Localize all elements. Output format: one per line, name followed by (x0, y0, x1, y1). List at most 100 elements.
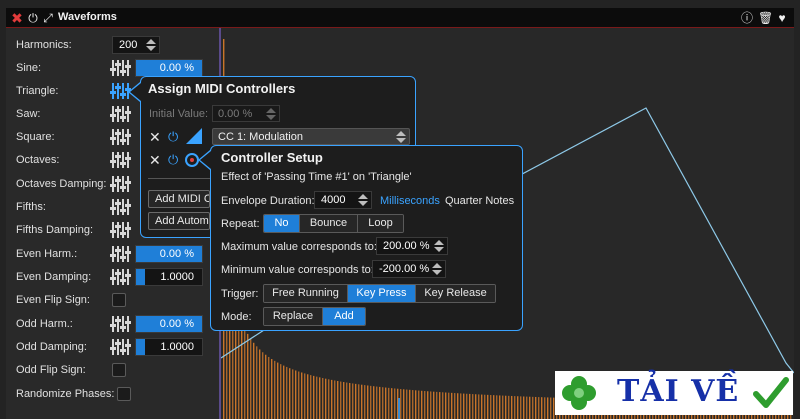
expand-icon[interactable]: ⤢ (41, 11, 55, 25)
min-value-stepper-icon[interactable] (432, 263, 442, 275)
spectrum-bar (406, 389, 408, 419)
spectrum-bar (538, 397, 540, 419)
spectrum-bar (343, 382, 345, 419)
add-midi-controller-button[interactable]: Add MIDI C (148, 190, 210, 208)
spectrum-bar (328, 379, 330, 419)
spectrum-bar (499, 395, 501, 419)
remove-cc-icon[interactable]: ✕ (149, 130, 161, 144)
spectrum-bar (460, 393, 462, 419)
spectrum-bar (403, 389, 405, 419)
harmonics-label: Harmonics: (16, 39, 72, 51)
spectrum-bar (319, 377, 321, 419)
spectrum-bar (271, 359, 273, 419)
info-icon[interactable]: ⓘ (740, 11, 754, 25)
fifths-damping-modulation-icon[interactable] (110, 222, 131, 238)
spectrum-bar (493, 395, 495, 419)
spectrum-bar (487, 394, 489, 419)
square-label: Square: (16, 131, 55, 143)
cc-select[interactable]: CC 1: Modulation (212, 128, 410, 145)
heart-icon[interactable]: ♥ (775, 11, 789, 25)
repeat-no-button[interactable]: No (264, 215, 300, 232)
spectrum-bar (505, 395, 507, 419)
spectrum-bar (310, 375, 312, 419)
max-value-input[interactable]: 200.00 % (376, 237, 448, 255)
randomize-checkbox[interactable] (117, 387, 131, 401)
envelope-duration-label: Envelope Duration: (221, 195, 315, 207)
odd-harm-label: Odd Harm.: (16, 318, 73, 330)
even-flip-checkbox[interactable] (112, 293, 126, 307)
spectrum-bar (277, 362, 279, 419)
spectrum-bar (379, 386, 381, 419)
harmonics-stepper-icon[interactable] (146, 39, 156, 51)
trash-icon[interactable]: 🗑 (758, 11, 773, 25)
odd-flip-checkbox[interactable] (112, 363, 126, 377)
spectrum-bar (490, 395, 492, 419)
cc-select-chevron-icon[interactable] (396, 131, 406, 143)
cc-curve-icon[interactable] (186, 128, 202, 144)
odd-damping-slider[interactable]: 1.0000 (135, 338, 203, 356)
even-damping-modulation-icon[interactable] (110, 269, 131, 285)
harmonics-input[interactable]: 200 (112, 36, 160, 54)
sine-slider[interactable]: 0.00 % (135, 59, 203, 77)
spectrum-bar (532, 396, 534, 419)
fifths-modulation-icon[interactable] (110, 199, 131, 215)
square-modulation-icon[interactable] (110, 129, 131, 145)
spectrum-bar (370, 385, 372, 419)
odd-harm-modulation-icon[interactable] (110, 316, 131, 332)
triangle-modulation-icon[interactable] (110, 83, 131, 99)
even-damping-slider[interactable]: 1.0000 (135, 268, 203, 286)
spectrum-bar (331, 379, 333, 419)
repeat-bounce-button[interactable]: Bounce (300, 215, 358, 232)
spectrum-bar (274, 360, 276, 419)
cc-power-icon[interactable]: ⏻ (168, 130, 178, 144)
initial-value-input[interactable]: 0.00 % (212, 105, 280, 122)
odd-harm-value: 0.00 % (159, 318, 194, 330)
envelope-duration-input[interactable]: 4000 (314, 191, 372, 209)
quarter-notes-option[interactable]: Quarter Notes (445, 195, 514, 207)
spectrum-bar (418, 390, 420, 419)
odd-damping-modulation-icon[interactable] (110, 339, 131, 355)
spectrum-bar (286, 366, 288, 419)
sine-modulation-icon[interactable] (110, 60, 131, 76)
controller-power-icon[interactable]: ⏻ (168, 153, 178, 167)
even-flip-label: Even Flip Sign: (16, 294, 90, 306)
trigger-free-running-button[interactable]: Free Running (264, 285, 348, 302)
spectrum-bar (373, 386, 375, 419)
repeat-loop-button[interactable]: Loop (358, 215, 403, 232)
octaves-damping-label: Octaves Damping: (16, 178, 107, 190)
min-value-input[interactable]: -200.00 % (372, 260, 446, 278)
repeat-label: Repeat: (221, 218, 260, 230)
add-automation-button[interactable]: Add Automa (148, 212, 210, 230)
harmonics-value: 200 (119, 39, 138, 51)
controller-dial-icon[interactable] (185, 153, 199, 167)
trigger-key-press-button[interactable]: Key Press (348, 285, 416, 302)
odd-harm-slider[interactable]: 0.00 % (135, 315, 203, 333)
watermark-text: TẢI VỀ (617, 374, 740, 409)
octaves-damping-modulation-icon[interactable] (110, 176, 131, 192)
power-icon[interactable]: ⏻ (26, 11, 40, 25)
octaves-modulation-icon[interactable] (110, 152, 131, 168)
param-even-flip: Even Flip Sign: (6, 289, 220, 311)
saw-modulation-icon[interactable] (110, 106, 131, 122)
spectrum-bar (535, 396, 537, 419)
envelope-duration-stepper-icon[interactable] (358, 194, 368, 206)
milliseconds-option[interactable]: Milliseconds (380, 195, 440, 207)
clover-icon (562, 376, 596, 410)
remove-controller-icon[interactable]: ✕ (149, 153, 161, 167)
spectrum-bar (436, 391, 438, 419)
spectrum-bar (451, 392, 453, 419)
trigger-key-release-button[interactable]: Key Release (416, 285, 495, 302)
mode-add-button[interactable]: Add (323, 308, 365, 325)
spectrum-bar (316, 376, 318, 419)
initial-value-stepper-icon[interactable] (266, 108, 276, 120)
close-icon[interactable]: ✖ (10, 11, 24, 25)
spectrum-bar (295, 370, 297, 419)
min-value: -200.00 % (379, 263, 430, 275)
spectrum-bar (262, 352, 264, 419)
even-harm-modulation-icon[interactable] (110, 246, 131, 262)
mode-replace-button[interactable]: Replace (264, 308, 323, 325)
even-harm-slider[interactable]: 0.00 % (135, 245, 203, 263)
spectrum-bar (265, 354, 267, 419)
max-value-stepper-icon[interactable] (434, 240, 444, 252)
spectrum-bar (301, 372, 303, 419)
